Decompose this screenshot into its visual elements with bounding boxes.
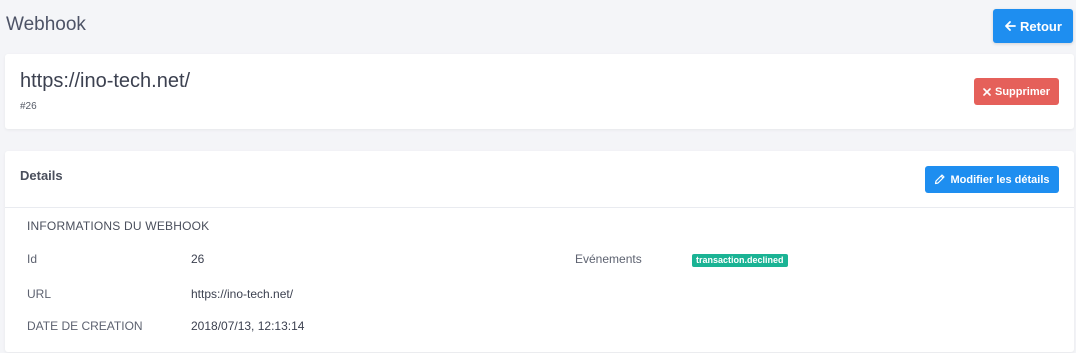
page-title: Webhook <box>6 14 86 35</box>
id-value: 26 <box>191 252 205 266</box>
edit-details-label: Modifier les détails <box>950 173 1050 186</box>
webhook-url-title: https://ino-tech.net/ <box>20 70 191 92</box>
date-value: 2018/07/13, 12:13:14 <box>191 319 305 333</box>
id-label: Id <box>27 252 38 266</box>
delete-button[interactable]: Supprimer <box>974 78 1059 105</box>
delete-button-label: Supprimer <box>994 85 1050 98</box>
date-label: DATE DE CREATION <box>27 319 143 333</box>
url-value: https://ino-tech.net/ <box>191 287 294 301</box>
section-title: INFORMATIONS DU WEBHOOK <box>27 219 210 233</box>
arrow-left-icon <box>1004 20 1016 32</box>
events-label: Evénements <box>575 252 642 266</box>
webhook-id: #26 <box>20 101 37 112</box>
details-card: Details Modifier les détails INFORMATION… <box>5 151 1074 352</box>
webhook-header-card: https://ino-tech.net/ #26 Supprimer <box>5 54 1074 129</box>
event-badge: transaction.declined <box>692 254 788 267</box>
close-icon <box>983 87 991 96</box>
divider <box>5 207 1074 208</box>
pencil-icon <box>934 174 946 185</box>
back-button[interactable]: Retour <box>993 9 1073 43</box>
url-label: URL <box>27 287 52 301</box>
details-title: Details <box>20 168 63 183</box>
edit-details-button[interactable]: Modifier les détails <box>925 166 1059 193</box>
back-button-label: Retour <box>1020 18 1062 34</box>
